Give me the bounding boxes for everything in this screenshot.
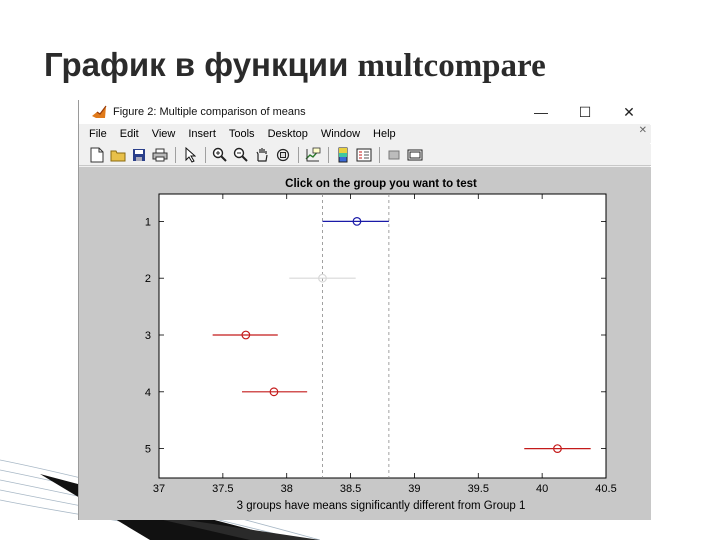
- menu-view[interactable]: View: [152, 128, 176, 140]
- toolbar-separator: [379, 146, 380, 163]
- x-tick-label: 37.5: [212, 483, 233, 495]
- x-tick-label: 38: [281, 483, 293, 495]
- menu-overflow-icon[interactable]: ✕: [639, 125, 647, 136]
- save-icon[interactable]: [129, 146, 149, 164]
- y-tick-label: 4: [145, 387, 151, 399]
- pointer-icon[interactable]: [180, 146, 200, 164]
- toolbar: [79, 144, 651, 166]
- minimize-button[interactable]: —: [519, 100, 563, 124]
- slide-title: График в функции multcompare: [44, 46, 546, 85]
- menu-help[interactable]: Help: [373, 128, 396, 140]
- x-tick-label: 39.5: [468, 483, 489, 495]
- hide-plot-tools-icon[interactable]: [384, 146, 404, 164]
- zoom-in-icon[interactable]: [210, 146, 230, 164]
- menu-window[interactable]: Window: [321, 128, 360, 140]
- x-tick-label: 37: [153, 483, 165, 495]
- slide-title-function: multcompare: [357, 48, 546, 84]
- pan-icon[interactable]: [252, 146, 272, 164]
- window-title-bar[interactable]: Figure 2: Multiple comparison of means —…: [79, 100, 651, 124]
- show-plot-tools-icon[interactable]: [405, 146, 425, 164]
- y-tick-label: 1: [145, 216, 151, 228]
- rotate-3d-icon[interactable]: [273, 146, 293, 164]
- x-tick-label: 40.5: [595, 483, 616, 495]
- colorbar-icon[interactable]: [333, 146, 353, 164]
- matlab-icon: [92, 105, 107, 118]
- zoom-out-icon[interactable]: [231, 146, 251, 164]
- data-cursor-icon[interactable]: [303, 146, 323, 164]
- toolbar-separator: [328, 146, 329, 163]
- toolbar-separator: [298, 146, 299, 163]
- toolbar-separator: [175, 146, 176, 163]
- y-tick-label: 3: [145, 330, 151, 342]
- x-tick-label: 39: [408, 483, 420, 495]
- x-tick-label: 38.5: [340, 483, 361, 495]
- legend-icon[interactable]: [354, 146, 374, 164]
- x-axis-label: 3 groups have means significantly differ…: [237, 500, 526, 512]
- print-icon[interactable]: [150, 146, 170, 164]
- x-tick-label: 40: [536, 483, 548, 495]
- menu-tools[interactable]: Tools: [229, 128, 255, 140]
- figure-window: Figure 2: Multiple comparison of means —…: [78, 100, 651, 520]
- figure-area: Click on the group you want to test 37 37…: [79, 167, 651, 520]
- toolbar-separator: [205, 146, 206, 163]
- y-tick-label: 2: [145, 273, 151, 285]
- menu-bar: File Edit View Insert Tools Desktop Wind…: [79, 125, 651, 143]
- y-tick-label: 5: [145, 444, 151, 456]
- menu-file[interactable]: File: [89, 128, 107, 140]
- multcompare-chart: Click on the group you want to test 37 37…: [145, 178, 617, 512]
- open-file-icon[interactable]: [108, 146, 128, 164]
- window-title: Figure 2: Multiple comparison of means: [113, 106, 306, 118]
- plot-area[interactable]: [158, 193, 607, 479]
- new-figure-icon[interactable]: [87, 146, 107, 164]
- menu-insert[interactable]: Insert: [188, 128, 216, 140]
- slide-title-text: График в функции: [44, 46, 358, 83]
- menu-edit[interactable]: Edit: [120, 128, 139, 140]
- chart-title: Click on the group you want to test: [285, 178, 477, 190]
- menu-desktop[interactable]: Desktop: [268, 128, 308, 140]
- maximize-button[interactable]: ☐: [563, 100, 607, 124]
- close-button[interactable]: ✕: [607, 100, 651, 124]
